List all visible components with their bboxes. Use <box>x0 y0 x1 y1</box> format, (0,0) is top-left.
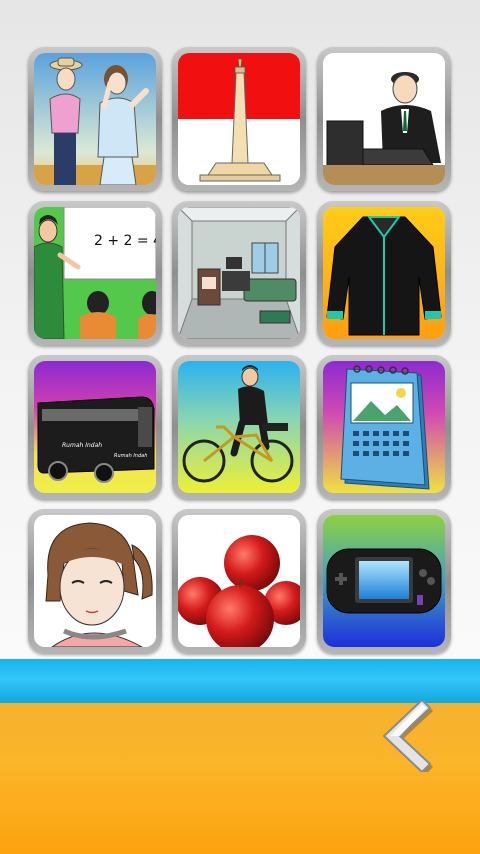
tile-man-on-bicycle[interactable] <box>172 355 306 499</box>
handheld-game-console-image <box>323 515 445 647</box>
national-monument-image <box>178 53 300 185</box>
tile-man-at-computer[interactable] <box>317 47 451 191</box>
living-room-image <box>178 207 300 339</box>
tile-national-monument[interactable] <box>172 47 306 191</box>
top-color-band <box>0 659 480 703</box>
bus-side-text: Rumah Indah <box>62 442 102 449</box>
girl-portrait-image <box>34 515 156 647</box>
tile-handheld-game-console[interactable] <box>317 509 451 653</box>
tile-bus[interactable]: Rumah Indah Rumah Indah <box>28 355 162 499</box>
teacher-math-class-image: 2 + 2 = 4 <box>34 207 156 339</box>
tile-living-room[interactable] <box>172 201 306 345</box>
chevron-left-icon <box>382 698 433 775</box>
tile-teacher-math-class[interactable]: 2 + 2 = 4 <box>28 201 162 345</box>
tile-black-shirt[interactable] <box>317 201 451 345</box>
math-board-text: 2 + 2 = 4 <box>94 233 156 249</box>
man-on-bicycle-image <box>178 361 300 493</box>
two-women-talking-image <box>34 53 156 185</box>
bus-image: Rumah Indah Rumah Indah <box>34 361 156 493</box>
tile-girl-portrait[interactable] <box>28 509 162 653</box>
calendar-image <box>323 361 445 493</box>
man-at-computer-image <box>323 53 445 185</box>
back-button[interactable] <box>378 698 438 775</box>
bus-rear-text: Rumah Indah <box>114 453 147 459</box>
tile-calendar[interactable] <box>317 355 451 499</box>
tile-two-women-talking[interactable] <box>28 47 162 191</box>
tile-red-apples[interactable] <box>172 509 306 653</box>
black-shirt-image <box>323 207 445 339</box>
red-apples-image <box>178 515 300 647</box>
picture-grid: 2 + 2 = 4 Rumah Indah Rumah Indah <box>0 0 480 660</box>
